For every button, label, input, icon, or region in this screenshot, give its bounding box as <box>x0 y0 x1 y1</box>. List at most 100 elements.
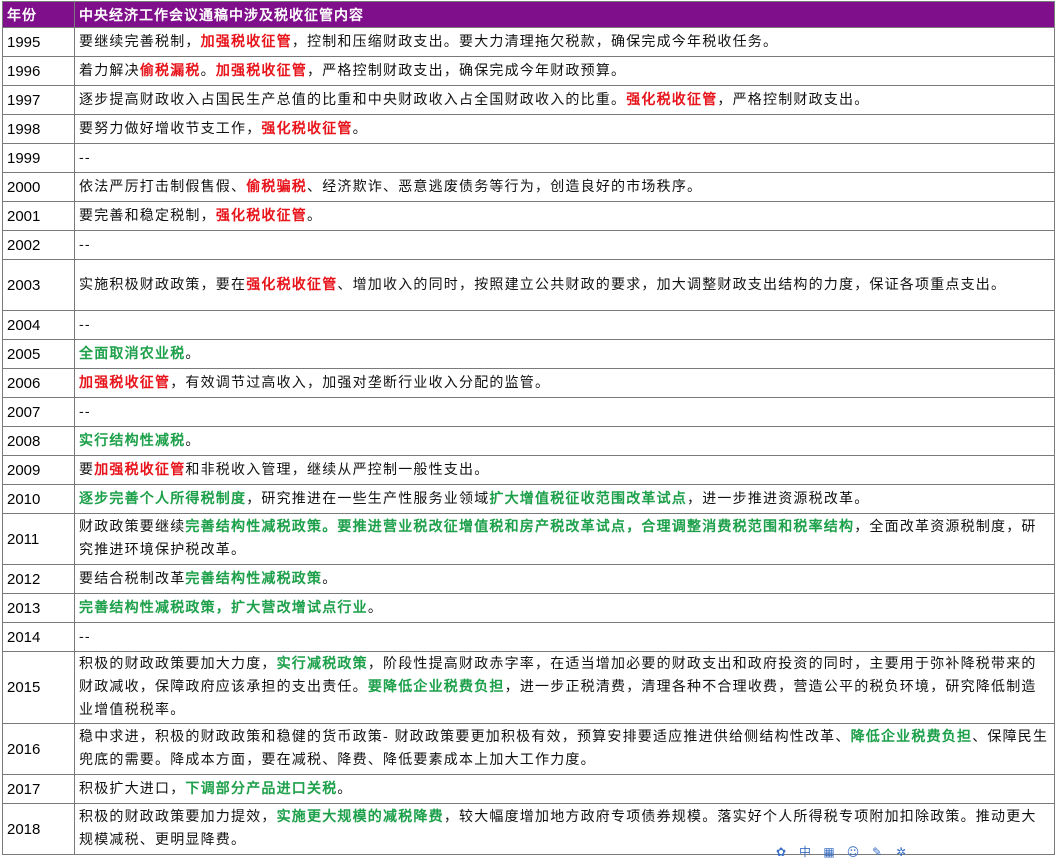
table-row: 1998 要努力做好增收节支工作，强化税收征管。 <box>2 114 1055 144</box>
year-cell: 2005 <box>2 339 75 369</box>
policy-text: 。 <box>185 432 201 449</box>
highlighted-policy-phrase: 完善结构性减税政策。要推进营业税改征增值税和房产税改革试点，合理调整消费税范围和… <box>185 519 855 535</box>
year-cell: 2012 <box>2 564 75 594</box>
highlighted-policy-phrase: 实施更大规模的减税降费 <box>276 809 444 825</box>
policy-text: -- <box>79 316 91 333</box>
content-cell: 实施积极财政政策，要在强化税收征管、增加收入的同时，按照建立公共财政的要求，加大… <box>74 259 1055 311</box>
policy-text: -- <box>79 236 91 253</box>
content-cell: -- <box>74 397 1055 427</box>
highlighted-policy-phrase: 完善结构性减税政策 <box>185 570 323 587</box>
table-row: 2012 要结合税制改革完善结构性减税政策。 <box>2 564 1055 594</box>
policy-text: 财政政策要继续 <box>79 519 186 535</box>
policy-text: 要继续完善税制， <box>79 33 201 50</box>
year-cell: 2013 <box>2 593 75 623</box>
table-row: 2003 实施积极财政政策，要在强化税收征管、增加收入的同时，按照建立公共财政的要… <box>2 259 1055 311</box>
year-cell: 2004 <box>2 310 75 340</box>
policy-text: ，进一步推进资源税改革。 <box>687 490 870 507</box>
content-column-header: 中央经济工作会议通稿中涉及税收征管内容 <box>74 1 1055 28</box>
table-row: 2010 逐步完善个人所得税制度，研究推进在一些生产性服务业领域扩大增值税征收范围… <box>2 484 1055 514</box>
policy-text: 要结合税制改革 <box>79 570 186 587</box>
year-cell: 1996 <box>2 56 75 86</box>
content-cell: 完善结构性减税政策，扩大营改增试点行业。 <box>74 593 1055 623</box>
year-cell: 2007 <box>2 397 75 427</box>
highlighted-policy-phrase: 下调部分产品进口关税 <box>185 780 338 797</box>
year-cell: 1997 <box>2 85 75 115</box>
content-cell: 实行结构性减税。 <box>74 426 1055 456</box>
policy-text: 积极的财政政策要加力提效， <box>79 809 277 825</box>
policy-text: 积极的财政政策要加大力度， <box>79 656 277 672</box>
policy-text: 、增加收入的同时，按照建立公共财政的要求，加大调整财政支出结构的力度，保证各项重… <box>337 276 1007 293</box>
table-body: 1995 要继续完善税制，加强税收征管，控制和压缩财政支出。要大力清理拖欠税款，确… <box>2 27 1055 855</box>
table-row: 2013 完善结构性减税政策，扩大营改增试点行业。 <box>2 593 1055 623</box>
highlighted-policy-phrase: 实行结构性减税 <box>79 432 186 449</box>
content-cell: 要继续完善税制，加强税收征管，控制和压缩财政支出。要大力清理拖欠税款，确保完成今… <box>74 27 1055 57</box>
year-cell: 2017 <box>2 774 75 804</box>
table-row: 1995 要继续完善税制，加强税收征管，控制和压缩财政支出。要大力清理拖欠税款，确… <box>2 27 1055 57</box>
content-cell: 财政政策要继续完善结构性减税政策。要推进营业税改征增值税和房产税改革试点，合理调… <box>74 513 1055 565</box>
policy-text: ，严格控制财政支出，确保完成今年财政预算。 <box>307 62 627 79</box>
year-cell: 1995 <box>2 27 75 57</box>
highlighted-policy-phrase: 强化税收征管 <box>215 207 308 224</box>
highlighted-policy-phrase: 加强税收征管 <box>94 461 186 478</box>
policy-text: 实施积极财政政策，要在 <box>79 276 247 293</box>
highlighted-policy-phrase: 偷税骗税 <box>246 178 308 195</box>
highlighted-policy-phrase: 强化税收征管 <box>261 120 353 137</box>
policy-text: -- <box>79 628 91 645</box>
policy-text: -- <box>79 403 91 420</box>
policy-text: 要完善和稳定税制， <box>79 207 216 224</box>
year-cell: 2003 <box>2 259 75 311</box>
highlighted-policy-phrase: 降低企业税费负担 <box>850 729 973 745</box>
year-cell: 2006 <box>2 368 75 398</box>
content-cell: 积极扩大进口，下调部分产品进口关税。 <box>74 774 1055 804</box>
content-cell: 稳中求进，积极的财政政策和稳健的货币政策- 财政政策要更加积极有效，预算安排要适… <box>74 723 1055 775</box>
content-cell: 要努力做好增收节支工作，强化税收征管。 <box>74 114 1055 144</box>
content-cell: 积极的财政政策要加大力度，实行减税政策，阶段性提高财政赤字率，在适当增加必要的财… <box>74 651 1055 724</box>
policy-text: 要努力做好增收节支工作， <box>79 120 262 137</box>
policy-text: 。 <box>322 570 338 587</box>
policy-text: ，有效调节过高收入，加强对垄断行业收入分配的监管。 <box>170 374 551 391</box>
year-cell: 2001 <box>2 201 75 231</box>
policy-text: 。 <box>367 599 384 616</box>
policy-text: 逐步提高财政收入占国民生产总值的比重和中央财政收入占全国财政收入的比重。 <box>79 91 627 108</box>
content-cell: 全面取消农业税。 <box>74 339 1055 369</box>
content-cell: 逐步完善个人所得税制度，研究推进在一些生产性服务业领域扩大增值税征收范围改革试点… <box>74 484 1055 514</box>
policy-text: -- <box>79 149 91 166</box>
table-row: 2009 要加强税收征管和非税收入管理，继续从严控制一般性支出。 <box>2 455 1055 485</box>
year-cell: 2016 <box>2 723 75 775</box>
highlighted-policy-phrase: 要降低企业税费负担 <box>367 679 505 695</box>
content-cell: 逐步提高财政收入占国民生产总值的比重和中央财政收入占全国财政收入的比重。强化税收… <box>74 85 1055 115</box>
year-cell: 2000 <box>2 172 75 202</box>
policy-text: ，研究推进在一些生产性服务业领域 <box>246 490 490 507</box>
year-cell: 2018 <box>2 803 75 855</box>
table-row: 2002 -- <box>2 230 1055 260</box>
highlighted-policy-phrase: 加强税收征管 <box>200 33 292 50</box>
content-cell: 要加强税收征管和非税收入管理，继续从严控制一般性支出。 <box>74 455 1055 485</box>
table-row: 2008 实行结构性减税。 <box>2 426 1055 456</box>
table-row: 2001 要完善和稳定税制，强化税收征管。 <box>2 201 1055 231</box>
policy-text: 着力解决 <box>79 62 140 79</box>
table-row: 2006 加强税收征管，有效调节过高收入，加强对垄断行业收入分配的监管。 <box>2 368 1055 398</box>
table-header-row: 年份 中央经济工作会议通稿中涉及税收征管内容 <box>2 1 1055 28</box>
table-row: 2000 依法严厉打击制假售假、偷税骗税、经济欺诈、恶意逃废债务等行为，创造良好的… <box>2 172 1055 202</box>
year-cell: 2008 <box>2 426 75 456</box>
year-cell: 2010 <box>2 484 75 514</box>
year-column-header: 年份 <box>2 1 75 28</box>
content-cell: 依法严厉打击制假售假、偷税骗税、经济欺诈、恶意逃废债务等行为，创造良好的市场秩序… <box>74 172 1055 202</box>
table-row: 2005 全面取消农业税。 <box>2 339 1055 369</box>
year-cell: 2014 <box>2 622 75 652</box>
highlighted-policy-phrase: 加强税收征管 <box>79 374 171 391</box>
table-row: 2011 财政政策要继续完善结构性减税政策。要推进营业税改征增值税和房产税改革试点… <box>2 513 1055 565</box>
content-cell: 要完善和稳定税制，强化税收征管。 <box>74 201 1055 231</box>
table-row: 2004 -- <box>2 310 1055 340</box>
highlighted-policy-phrase: 扩大增值税征收范围改革试点 <box>489 490 688 507</box>
content-cell: -- <box>74 230 1055 260</box>
highlighted-policy-phrase: 强化税收征管 <box>626 91 718 108</box>
content-cell: 着力解决偷税漏税。加强税收征管，严格控制财政支出，确保完成今年财政预算。 <box>74 56 1055 86</box>
content-cell: 加强税收征管，有效调节过高收入，加强对垄断行业收入分配的监管。 <box>74 368 1055 398</box>
policy-text: 。 <box>337 780 353 797</box>
policy-text: 稳中求进，积极的财政政策和稳健的货币政策- 财政政策要更加积极有效，预算安排要适… <box>79 729 851 745</box>
year-cell: 2015 <box>2 651 75 724</box>
highlighted-policy-phrase: 逐步完善个人所得税制度 <box>79 490 247 507</box>
highlighted-policy-phrase: 强化税收征管 <box>246 276 338 293</box>
content-cell: -- <box>74 143 1055 173</box>
